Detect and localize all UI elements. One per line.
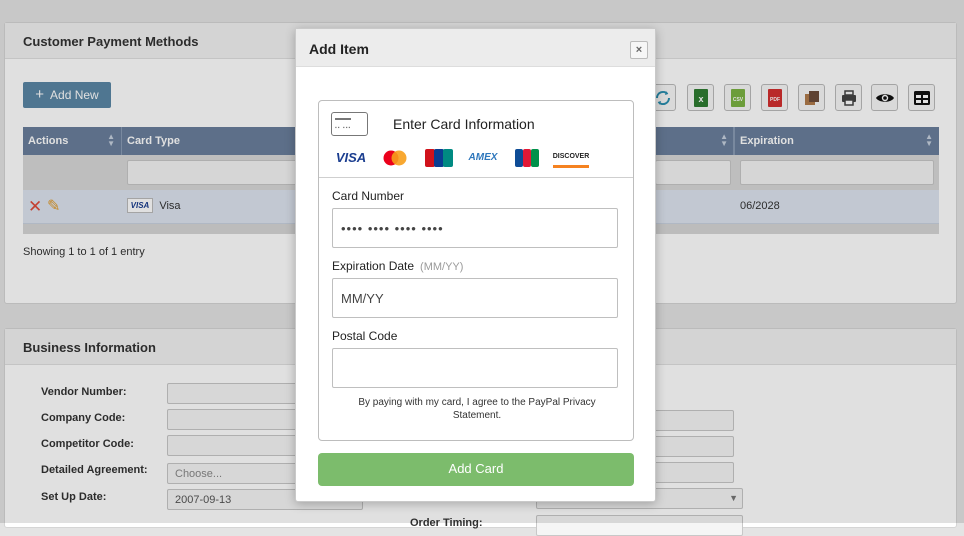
close-icon[interactable]: ×: [630, 41, 648, 59]
unionpay-logo-icon: [421, 147, 457, 168]
card-number-label: Card Number: [332, 189, 405, 203]
postal-code-input[interactable]: [332, 348, 618, 388]
mastercard-logo-icon: [377, 147, 413, 168]
card-number-input[interactable]: •••• •••• •••• ••••: [332, 208, 618, 248]
modal-header: Add Item ×: [296, 29, 655, 67]
card-brands: VISA AMEX DISCOVER: [333, 147, 589, 168]
expiration-date-label-text: Expiration Date: [332, 259, 415, 273]
jcb-logo-icon: [509, 147, 545, 168]
card-form-header: ▪▪ ▪▪▪ Enter Card Information VISA AMEX …: [319, 101, 633, 178]
postal-code-label: Postal Code: [332, 329, 398, 343]
paypal-agreement-text: By paying with my card, I agree to the P…: [358, 397, 596, 421]
add-card-button[interactable]: Add Card: [318, 453, 634, 486]
expiration-date-input[interactable]: MM/YY: [332, 278, 618, 318]
amex-logo-icon: AMEX: [468, 152, 498, 163]
visa-logo-icon: VISA: [335, 150, 367, 165]
credit-card-icon: ▪▪ ▪▪▪: [331, 112, 368, 136]
modal-title: Add Item: [309, 41, 369, 57]
expiration-date-label: Expiration Date (MM/YY): [332, 259, 463, 273]
expiration-date-hint: (MM/YY): [420, 261, 464, 273]
card-form: ▪▪ ▪▪▪ Enter Card Information VISA AMEX …: [318, 100, 634, 441]
discover-logo-icon: DISCOVER: [553, 147, 589, 168]
card-form-title: Enter Card Information: [393, 116, 535, 132]
add-item-modal: Add Item × ▪▪ ▪▪▪ Enter Card Information…: [295, 28, 656, 502]
